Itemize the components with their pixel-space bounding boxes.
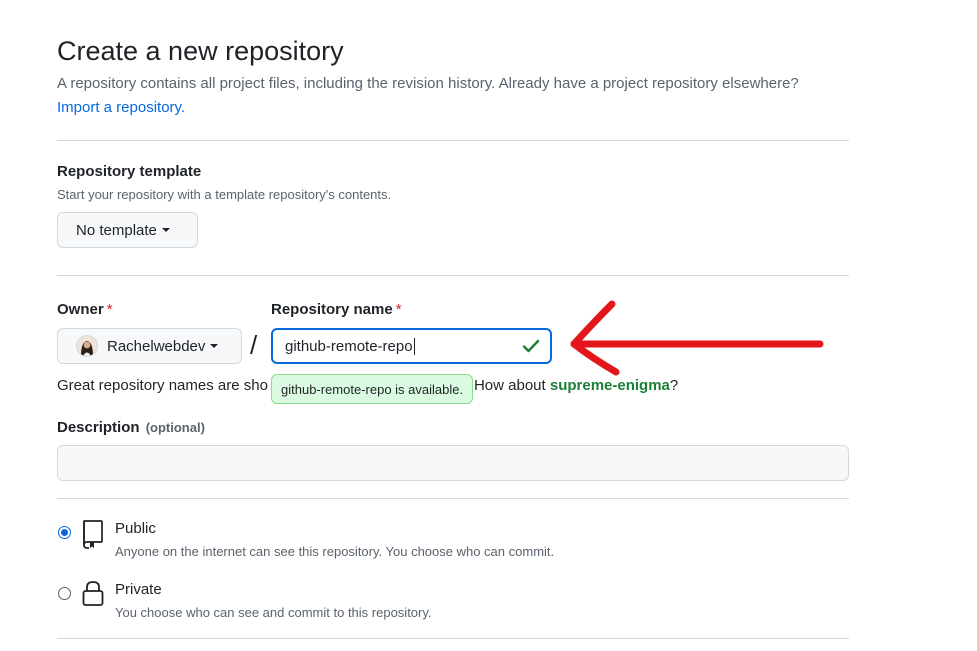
chevron-down-icon bbox=[210, 344, 219, 348]
divider bbox=[57, 498, 849, 499]
private-radio[interactable] bbox=[58, 587, 71, 600]
repo-icon bbox=[83, 520, 103, 549]
template-dropdown-button[interactable]: No template bbox=[57, 212, 198, 248]
optional-tag: (optional) bbox=[145, 420, 205, 435]
template-label: Repository template bbox=[57, 163, 202, 180]
divider bbox=[57, 638, 849, 639]
description-label-text: Description bbox=[57, 419, 140, 436]
template-note: Start your repository with a template re… bbox=[57, 187, 392, 202]
avatar bbox=[76, 335, 98, 357]
chevron-down-icon bbox=[161, 228, 170, 232]
intro-text: A repository contains all project files,… bbox=[57, 75, 799, 92]
description-input[interactable] bbox=[57, 445, 849, 481]
repository-name-input[interactable]: github-remote-repo bbox=[271, 328, 552, 364]
text-cursor bbox=[413, 337, 415, 355]
owner-label: Owner * bbox=[57, 301, 113, 318]
check-icon bbox=[522, 339, 540, 353]
repository-name-value: github-remote-repo bbox=[285, 337, 413, 355]
import-repository-link[interactable]: Import a repository. bbox=[57, 99, 185, 116]
hint-prefix: Great repository names are sho bbox=[57, 377, 268, 394]
private-desc: You choose who can see and commit to thi… bbox=[115, 605, 432, 620]
hint-suffix: ? bbox=[669, 377, 679, 394]
red-arrow-annotation bbox=[570, 300, 824, 376]
name-suggestion-link[interactable]: supreme-enigma bbox=[550, 377, 670, 394]
page-title: Create a new repository bbox=[57, 36, 344, 66]
divider bbox=[57, 275, 849, 276]
public-radio[interactable] bbox=[58, 526, 71, 539]
description-label: Description (optional) bbox=[57, 419, 205, 436]
required-mark: * bbox=[395, 301, 402, 318]
public-title: Public bbox=[115, 520, 156, 537]
owner-name: Rachelwebdev bbox=[107, 337, 206, 355]
repo-name-label-text: Repository name bbox=[271, 301, 393, 318]
required-mark: * bbox=[106, 301, 113, 318]
private-title: Private bbox=[115, 581, 162, 598]
owner-label-text: Owner bbox=[57, 301, 104, 318]
template-button-label: No template bbox=[76, 221, 157, 239]
divider bbox=[57, 140, 849, 141]
availability-tooltip: github-remote-repo is available. bbox=[271, 374, 474, 404]
public-desc: Anyone on the internet can see this repo… bbox=[115, 544, 555, 559]
owner-repo-separator: / bbox=[250, 330, 258, 360]
repo-name-label: Repository name * bbox=[271, 301, 402, 318]
owner-dropdown-button[interactable]: Rachelwebdev bbox=[57, 328, 242, 364]
lock-icon bbox=[82, 581, 104, 606]
